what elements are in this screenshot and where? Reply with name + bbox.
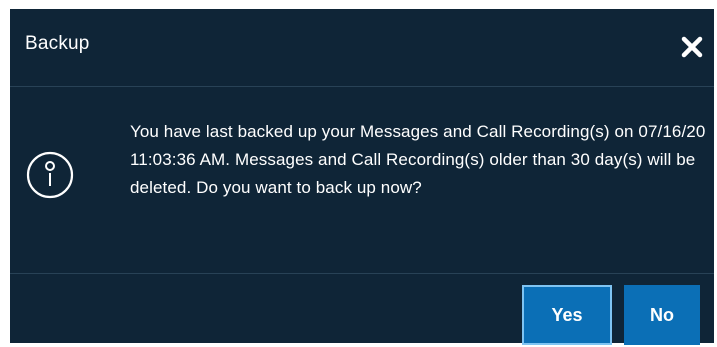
dialog-title: Backup [25, 33, 90, 54]
close-icon[interactable] [680, 35, 704, 59]
backup-dialog: Backup You have last backed up your Mess… [10, 9, 714, 345]
dialog-body: You have last backed up your Messages an… [10, 88, 714, 274]
dialog-footer: Yes No [10, 275, 714, 345]
yes-button[interactable]: Yes [522, 285, 612, 345]
info-icon [26, 151, 74, 199]
dialog-message: You have last backed up your Messages an… [130, 122, 706, 197]
dialog-header: Backup [10, 9, 714, 87]
no-button[interactable]: No [624, 285, 700, 345]
